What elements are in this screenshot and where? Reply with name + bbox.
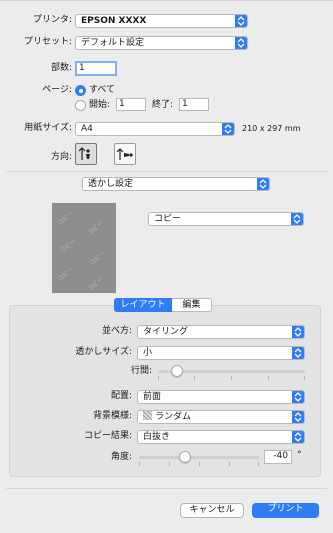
angle-unit: ° [297,450,302,460]
tick [169,462,170,466]
copy-result-label: コピー結果: [83,431,132,441]
watermark-size-popup[interactable]: 小 [137,346,305,360]
pages-from-label: 開始: [89,100,111,110]
pages-range-radio[interactable] [75,100,86,111]
chevron-updown-icon [291,213,303,225]
tick [158,376,159,380]
copy-result-value: 白抜き [143,432,171,442]
tick [258,462,259,466]
preview-mark: コピー [56,209,75,227]
tick [304,376,305,380]
copy-result-popup[interactable]: 白抜き [137,430,305,444]
chevron-updown-icon [235,15,247,27]
preview-mark: コピー [56,265,75,283]
portrait-icon [78,147,90,160]
background-pattern-popup[interactable]: ランダム [137,410,305,424]
arrangement-popup[interactable]: タイリング [137,325,305,339]
paper-size-popup[interactable]: A4 [75,122,235,136]
landscape-button[interactable] [114,143,136,165]
background-pattern-label: 背景模様: [92,411,132,421]
tick [139,462,140,466]
paper-dimensions: 210 x 297 mm [242,124,301,133]
cancel-button[interactable]: キャンセル [180,503,244,518]
preview-mark: コピー [86,275,105,293]
preset-popup[interactable]: デフォルト設定 [75,36,248,50]
chevron-updown-icon [292,391,304,403]
preset-value: デフォルト設定 [81,38,145,48]
tab-edit[interactable]: 編集 [172,298,212,312]
orientation-label: 方向: [50,152,72,162]
line-spacing-slider[interactable] [171,365,184,377]
printer-value: EPSON XXXX [81,16,147,26]
chevron-updown-icon [257,178,269,190]
section-popup-value: 透かし設定 [88,179,134,189]
angle-label: 角度: [110,452,132,462]
angle-track[interactable] [139,456,259,459]
divider [6,488,327,489]
angle-field[interactable]: -40 [264,450,292,464]
preview-mark: コピー [86,219,105,237]
pages-all-radio[interactable] [75,85,86,96]
pages-all-label: すべて [89,85,116,95]
chevron-updown-icon [235,37,247,49]
preview-mark: コピー [58,237,77,255]
top-edge [0,0,333,1]
watermark-preview: コピー コピー コピー コピー コピー コピー [52,203,116,293]
section-popup[interactable]: 透かし設定 [82,177,270,191]
printer-popup[interactable]: EPSON XXXX [75,14,248,28]
portrait-button[interactable] [75,143,97,165]
tick [229,462,230,466]
arrangement-label: 並べ方: [101,326,132,336]
background-pattern-value: ランダム [155,412,192,422]
paper-size-label: 用紙サイズ: [24,123,72,133]
placement-label: 配置: [110,391,132,401]
chevron-updown-icon [222,123,234,135]
tick [194,376,195,380]
paper-size-value: A4 [81,124,93,134]
preview-mark: コピー [88,249,107,267]
arrangement-value: タイリング [143,327,189,337]
landscape-icon [116,148,133,160]
placement-popup[interactable]: 前面 [137,390,305,404]
line-spacing-label: 行間: [130,366,152,376]
watermark-size-label: 透かしサイズ: [75,347,132,357]
watermark-size-value: 小 [143,348,153,358]
placement-value: 前面 [143,392,162,402]
chevron-updown-icon [292,431,304,443]
pattern-swatch-icon [143,411,152,420]
tick [199,462,200,466]
chevron-updown-icon [292,326,304,338]
tick [268,376,269,380]
pages-label: ページ: [42,85,72,95]
print-button[interactable]: プリント [252,503,319,518]
watermark-text-value: コピー [154,214,182,224]
pages-to-label: 終了: [152,100,174,110]
tab-layout[interactable]: レイアウト [114,298,172,312]
pages-from-field[interactable]: 1 [116,98,146,111]
printer-label: プリンタ: [32,15,72,25]
angle-slider[interactable] [179,451,191,463]
copies-field[interactable]: 1 [75,61,117,76]
chevron-updown-icon [292,347,304,359]
copies-label: 部数: [50,63,72,73]
watermark-text-popup[interactable]: コピー [148,212,304,226]
chevron-updown-icon [292,411,304,423]
divider [6,171,327,172]
tick [231,376,232,380]
pages-to-field[interactable]: 1 [179,98,209,111]
preset-label: プリセット: [23,37,72,47]
